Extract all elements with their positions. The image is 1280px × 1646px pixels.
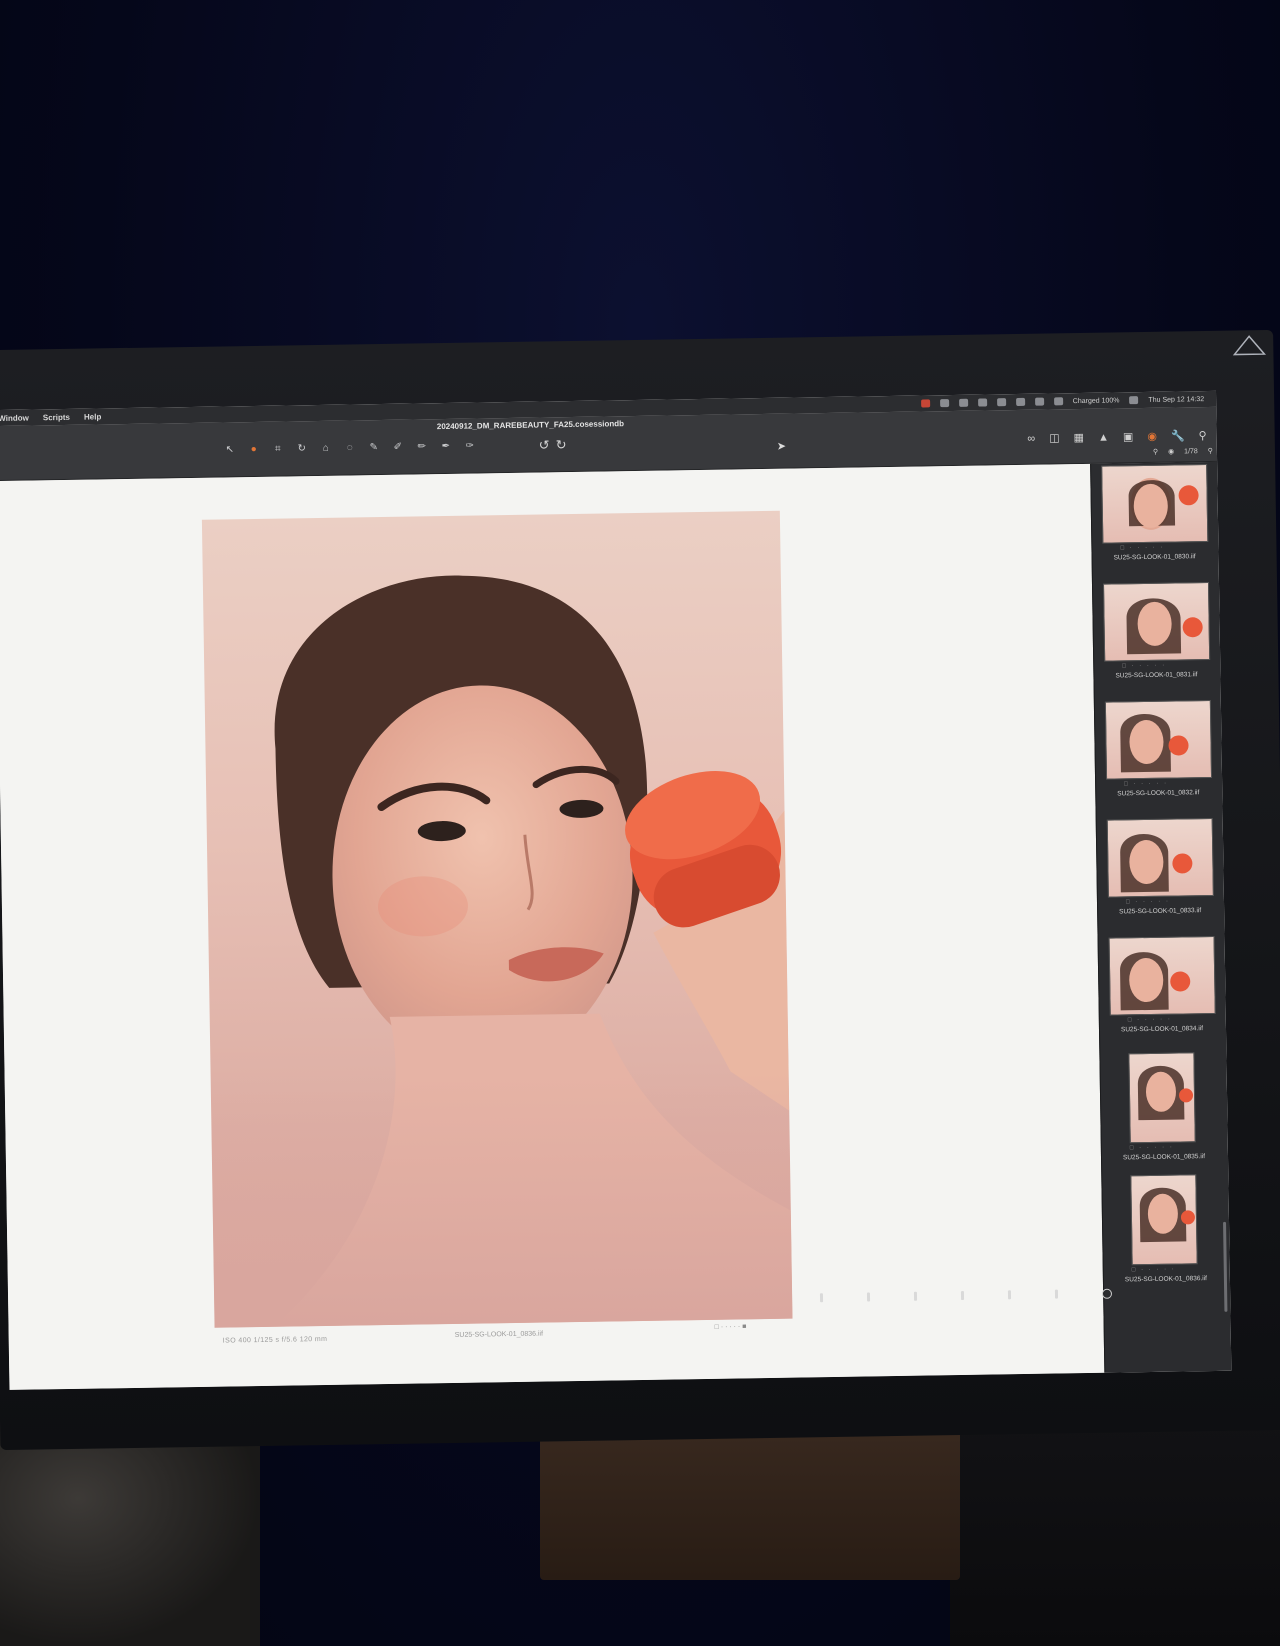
filmstrip-scrollbar[interactable]: [1223, 1221, 1228, 1312]
screen: Window Scripts Help Charged 100% Thu Sep…: [0, 390, 1232, 1390]
thumbnail-item[interactable]: □ · · · · · SU25-SG-LOOK-01_0832.iif: [1101, 699, 1215, 820]
thumbnail-item[interactable]: □ · · · · · SU25-SG-LOOK-01_0834.iif: [1105, 935, 1219, 1056]
browser-bar: ⚲ ◉ 1/78 ⚲: [1153, 447, 1213, 456]
monitor-button[interactable]: [913, 1291, 918, 1301]
monitor-button[interactable]: [866, 1292, 871, 1302]
keystone-tool-icon[interactable]: ⌂: [319, 443, 333, 455]
thumbnail-item[interactable]: □ · · · · · SU25-SG-LOOK-01_0835.iif: [1106, 1052, 1220, 1172]
image-viewer[interactable]: ISO 400 1/125 s f/5.6 120 mm SU25-SG-LOO…: [0, 463, 1106, 1390]
thumbnail-label: SU25-SG-LOOK-01_0833.iif: [1119, 907, 1202, 916]
compare-view-icon[interactable]: ◫: [1049, 431, 1060, 444]
eye-icon[interactable]: ◉: [1168, 448, 1174, 456]
image-counter: 1/78: [1184, 447, 1198, 455]
thumbnail-rating[interactable]: □ · · · · ·: [1132, 1267, 1176, 1274]
monitor-button[interactable]: [1054, 1289, 1059, 1299]
dropbox-status-icon[interactable]: [958, 398, 968, 407]
menu-status-area: Charged 100% Thu Sep 12 14:32: [920, 395, 1204, 408]
thumbnail-image[interactable]: [1130, 1174, 1198, 1266]
menu-help[interactable]: Help: [84, 412, 101, 421]
zoom-out-icon[interactable]: ⚲: [1153, 448, 1158, 456]
box-status-icon[interactable]: [977, 398, 987, 407]
thumbnail-image[interactable]: [1101, 464, 1209, 544]
cloud-status-icon[interactable]: [939, 399, 949, 408]
monitor-button[interactable]: [819, 1293, 824, 1303]
portrait-illustration: [210, 575, 793, 1328]
thumbnail-image[interactable]: [1104, 699, 1213, 780]
thumbnail-image[interactable]: [1106, 817, 1214, 898]
annotate-tool-icon[interactable]: ✒: [439, 441, 453, 453]
spot-tool-icon[interactable]: ◌: [343, 442, 357, 454]
browser-search-icon[interactable]: ⚲: [1208, 447, 1213, 455]
thumbnail-item[interactable]: □ · · · · · SU25-SG-LOOK-01_0830.iif: [1097, 464, 1211, 584]
rotate-buttons: ↺ ↻: [539, 437, 567, 453]
viewer-rating[interactable]: □ · · · · · ■: [715, 1323, 747, 1330]
battery-status[interactable]: Charged 100%: [1073, 397, 1120, 405]
scene: Window Scripts Help Charged 100% Thu Sep…: [0, 0, 1280, 1646]
thumbnail-label: SU25-SG-LOOK-01_0830.iif: [1113, 553, 1196, 562]
crop-tool-icon[interactable]: ⌗: [271, 443, 285, 455]
rotate-right-icon[interactable]: ↻: [556, 437, 567, 453]
grid-view-icon[interactable]: ▦: [1074, 431, 1085, 444]
thumbnail-label: SU25-SG-LOOK-01_0836.iif: [1124, 1275, 1207, 1284]
exif-info: ISO 400 1/125 s f/5.6 120 mm: [222, 1335, 328, 1345]
thumbnail-rating[interactable]: □ · · · · ·: [1126, 899, 1170, 906]
power-button-icon[interactable]: [1101, 1288, 1113, 1299]
color-editor-tool-icon[interactable]: ✑: [463, 440, 477, 452]
main-photo[interactable]: [201, 510, 793, 1328]
network-status-icon[interactable]: [996, 398, 1006, 407]
thumbnail-label: SU25-SG-LOOK-01_0834.iif: [1120, 1025, 1204, 1034]
thumbnail-rating[interactable]: □ · · · · ·: [1120, 545, 1164, 552]
view-tools: ∞ ◫ ▦ ▲ ▣ ◉ 🔧 ⚲: [1027, 429, 1207, 445]
viewer-filename: SU25-SG-LOOK-01_0836.iif: [454, 1330, 544, 1339]
color-picker-tool-icon[interactable]: ●: [247, 444, 261, 456]
user-icon[interactable]: ⚲: [1199, 429, 1207, 442]
thumbnail-rating[interactable]: □ · · · · ·: [1128, 1017, 1172, 1024]
rotate-tool-icon[interactable]: ↻: [295, 443, 309, 455]
gradient-tool-icon[interactable]: ✏: [415, 441, 429, 453]
capture-pilot-icon[interactable]: ◉: [1147, 430, 1157, 443]
thumbnail-item[interactable]: □ · · · · · SU25-SG-LOOK-01_0831.iif: [1099, 581, 1213, 702]
wrench-icon[interactable]: 🔧: [1171, 429, 1185, 442]
thumbnail-image[interactable]: [1108, 935, 1216, 1016]
thumbnail-item[interactable]: □ · · · · · SU25-SG-LOOK-01_0833.iif: [1103, 817, 1217, 938]
pan-tool-icon[interactable]: ↖: [223, 444, 237, 456]
monitor-bezel: Window Scripts Help Charged 100% Thu Sep…: [0, 329, 1280, 1451]
mouse-pointer-icon: ➤: [776, 440, 787, 453]
monitor-button[interactable]: [960, 1291, 965, 1301]
rotate-left-icon[interactable]: ↺: [539, 437, 550, 453]
thumbnail-image[interactable]: [1128, 1052, 1196, 1144]
brush-tool-icon[interactable]: ✎: [367, 442, 381, 454]
viewer-icon[interactable]: ▣: [1123, 430, 1134, 443]
display-status-icon[interactable]: [1015, 397, 1025, 406]
thumbnail-item[interactable]: □ · · · · · SU25-SG-LOOK-01_0836.iif: [1108, 1174, 1222, 1294]
thumbnail-label: SU25-SG-LOOK-01_0831.iif: [1115, 671, 1198, 680]
control-center-icon[interactable]: [1129, 396, 1139, 405]
monitor-logo-icon: [1229, 334, 1269, 363]
thumbnail-image[interactable]: [1102, 581, 1211, 662]
monitor-button[interactable]: [1007, 1290, 1012, 1300]
eraser-tool-icon[interactable]: ✐: [391, 442, 405, 454]
exposure-warning-icon[interactable]: ▲: [1098, 431, 1109, 443]
thumbnail-rating[interactable]: □ · · · · ·: [1124, 781, 1168, 788]
wifi-icon[interactable]: [1034, 397, 1044, 406]
thumbnail-rating[interactable]: □ · · · · ·: [1122, 663, 1166, 670]
menu-scripts[interactable]: Scripts: [43, 412, 70, 421]
capture-one-status-icon[interactable]: [920, 399, 930, 408]
proofing-glasses-icon[interactable]: ∞: [1027, 432, 1035, 444]
thumbnail-label: SU25-SG-LOOK-01_0835.iif: [1122, 1153, 1206, 1162]
menu-window[interactable]: Window: [0, 413, 29, 422]
thumbnail-label: SU25-SG-LOOK-01_0832.iif: [1117, 789, 1200, 798]
search-icon[interactable]: [1053, 397, 1063, 406]
cursor-tools: ↖ ● ⌗ ↻ ⌂ ◌ ✎ ✐ ✏ ✒ ✑: [223, 440, 477, 456]
filmstrip-browser: □ · · · · · SU25-SG-LOOK-01_0830.iif □ ·…: [1090, 461, 1232, 1373]
menu-clock[interactable]: Thu Sep 12 14:32: [1148, 396, 1204, 404]
thumbnail-rating[interactable]: □ · · · · ·: [1130, 1145, 1174, 1152]
